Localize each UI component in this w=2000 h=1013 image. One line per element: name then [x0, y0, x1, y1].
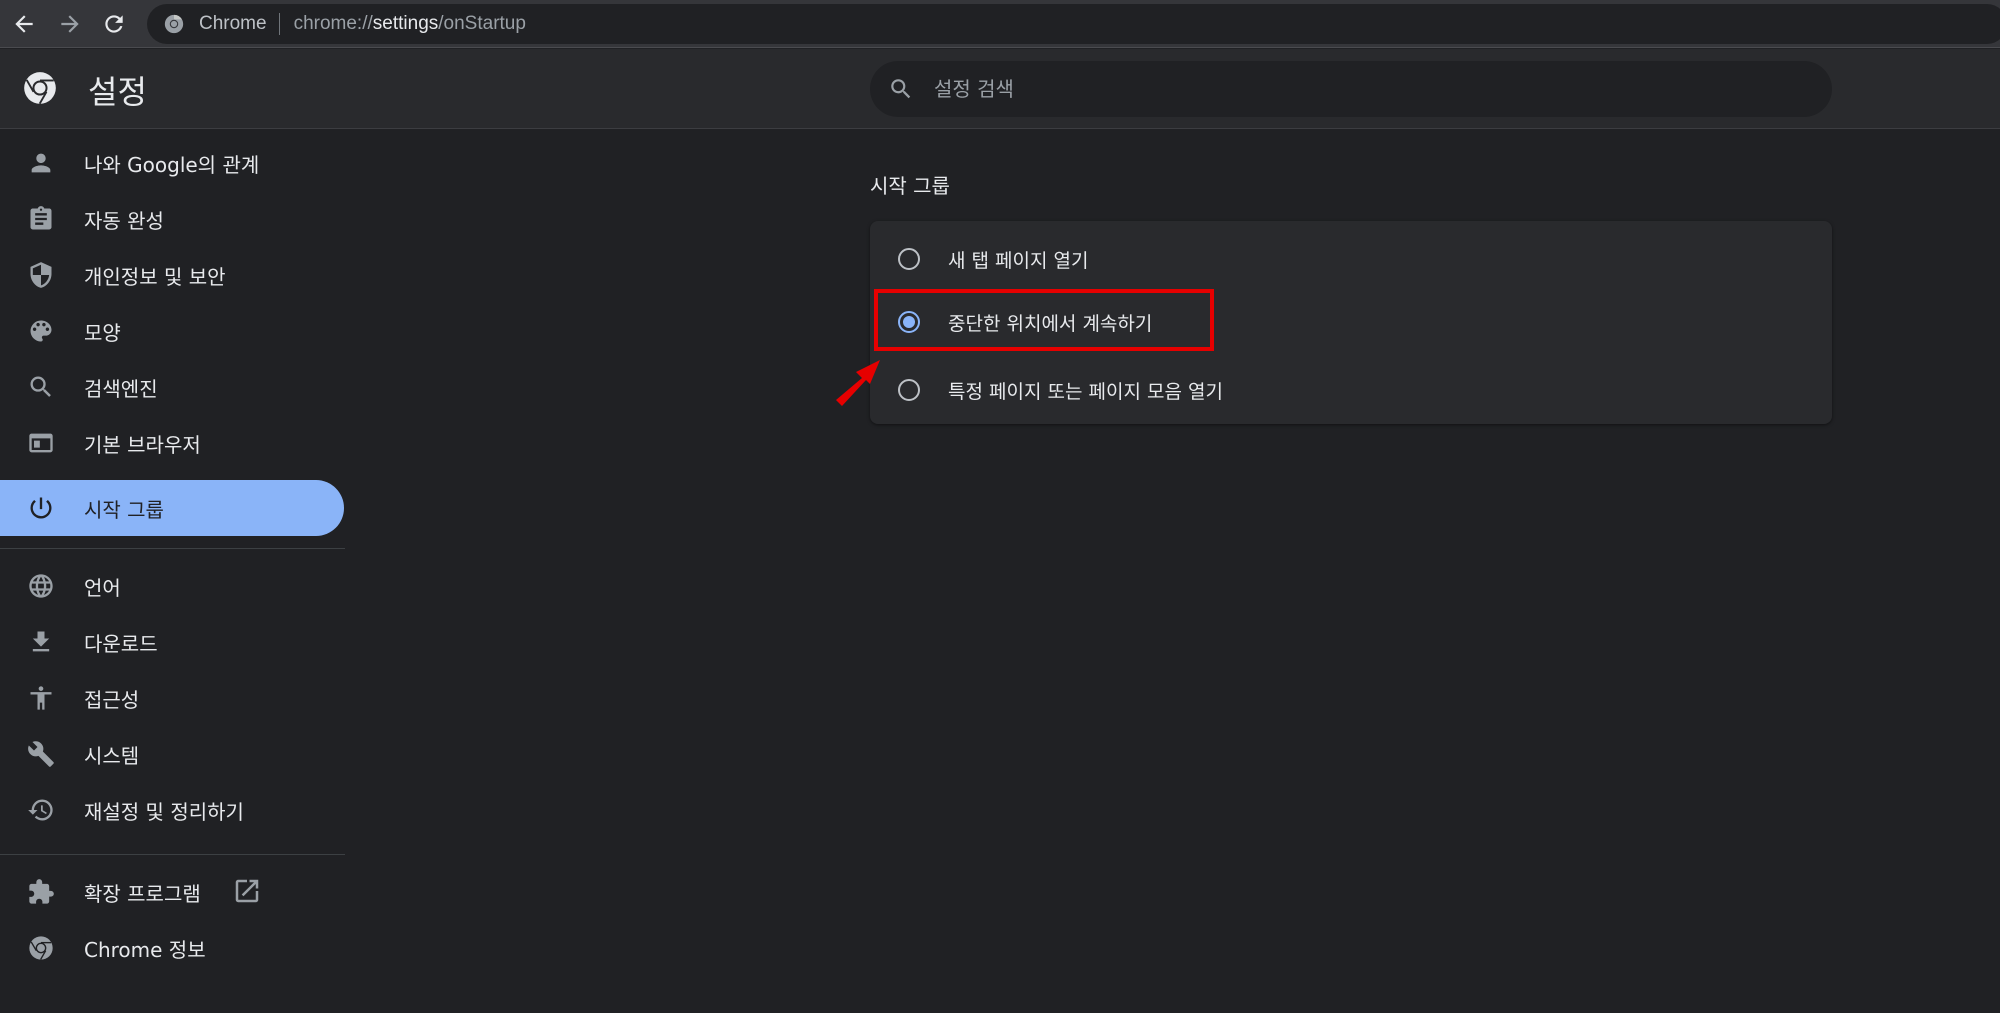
sidebar-item-label: 나와 Google의 관계	[84, 152, 260, 177]
chrome-logo-icon	[24, 72, 56, 105]
sidebar-item-reset[interactable]: 재설정 및 정리하기	[0, 782, 344, 838]
arrow-back-icon	[15, 15, 33, 33]
sidebar-item-you-and-google[interactable]: 나와 Google의 관계	[0, 135, 344, 191]
history-reset-icon	[28, 799, 53, 821]
sidebar-item-label: 확장 프로그램	[84, 881, 201, 906]
settings-search-box[interactable]	[870, 61, 1832, 117]
power-icon	[30, 497, 52, 519]
sidebar-item-label: 시스템	[84, 743, 140, 768]
sidebar-item-privacy-security[interactable]: 개인정보 및 보안	[0, 247, 344, 303]
globe-icon	[29, 574, 53, 598]
search-icon	[891, 79, 911, 99]
sidebar-item-languages[interactable]: 언어	[0, 558, 344, 614]
page-title: 설정	[88, 73, 147, 111]
omnibox-separator	[278, 13, 280, 35]
option-label: 새 탭 페이지 열기	[948, 249, 1089, 272]
radio-button[interactable]	[898, 379, 920, 401]
sidebar-item-default-browser[interactable]: 기본 브라우저	[0, 415, 344, 471]
palette-icon	[30, 320, 52, 342]
radio-button[interactable]	[898, 248, 920, 270]
reload-button[interactable]	[98, 8, 130, 40]
forward-button[interactable]	[54, 8, 86, 40]
startup-option-specific-pages[interactable]: 특정 페이지 또는 페이지 모음 열기	[870, 357, 1832, 423]
annotation-arrow-icon	[836, 360, 880, 406]
sidebar-item-extensions[interactable]: 확장 프로그램	[0, 864, 344, 920]
person-icon	[31, 153, 51, 173]
sidebar-item-label: 접근성	[84, 687, 140, 712]
startup-option-new-tab[interactable]: 새 탭 페이지 열기	[870, 226, 1832, 292]
sidebar-item-label: 개인정보 및 보안	[84, 264, 226, 289]
shield-icon	[30, 262, 52, 288]
sidebar-item-search-engine[interactable]: 검색엔진	[0, 359, 344, 415]
download-icon	[32, 631, 50, 652]
search-icon	[30, 376, 51, 397]
sidebar-divider	[0, 854, 345, 855]
sidebar-item-appearance[interactable]: 모양	[0, 303, 344, 359]
url-text: chrome://settings/onStartup	[293, 13, 526, 34]
sidebar-item-downloads[interactable]: 다운로드	[0, 614, 344, 670]
chrome-logo-icon	[164, 14, 184, 34]
sidebar-item-label: 검색엔진	[84, 376, 158, 401]
sidebar-item-label: 시작 그룹	[84, 497, 164, 522]
chrome-logo-icon	[29, 936, 53, 960]
sidebar-item-label: 언어	[84, 575, 121, 600]
browser-toolbar: Chrome chrome://settings/onStartup	[0, 0, 2000, 48]
sidebar-item-label: 기본 브라우저	[84, 432, 201, 457]
sidebar-item-accessibility[interactable]: 접근성	[0, 670, 344, 726]
annotation-highlight-box	[874, 289, 1214, 351]
sidebar-item-autofill[interactable]: 자동 완성	[0, 191, 344, 247]
arrow-forward-icon	[61, 15, 79, 33]
sidebar-item-system[interactable]: 시스템	[0, 726, 344, 782]
sidebar-item-label: 모양	[84, 320, 121, 345]
sidebar-divider	[0, 548, 345, 549]
wrench-icon	[28, 741, 54, 767]
sidebar-item-label: Chrome 정보	[84, 937, 206, 962]
section-title: 시작 그룹	[870, 174, 950, 198]
sidebar-item-about-chrome[interactable]: Chrome 정보	[0, 920, 344, 976]
settings-header: 설정	[0, 49, 2000, 129]
open-in-new-icon	[235, 879, 259, 903]
reload-icon	[105, 15, 123, 33]
clipboard-icon	[30, 206, 52, 230]
address-bar[interactable]: Chrome chrome://settings/onStartup	[147, 4, 2000, 44]
browser-window-icon	[29, 433, 53, 453]
settings-sidebar: 나와 Google의 관계 자동 완성 개인정보 및 보안 모양 검색엔진 기본…	[0, 130, 345, 1013]
sidebar-item-on-startup[interactable]: 시작 그룹	[0, 480, 344, 536]
back-button[interactable]	[8, 8, 40, 40]
settings-search-input[interactable]	[934, 77, 1784, 101]
sidebar-item-label: 재설정 및 정리하기	[84, 799, 244, 824]
accessibility-icon	[30, 686, 52, 710]
sidebar-item-label: 다운로드	[84, 631, 158, 656]
option-label: 특정 페이지 또는 페이지 모음 열기	[948, 380, 1223, 403]
site-chip: Chrome	[199, 13, 267, 34]
puzzle-icon	[29, 879, 54, 904]
sidebar-item-label: 자동 완성	[84, 208, 164, 233]
